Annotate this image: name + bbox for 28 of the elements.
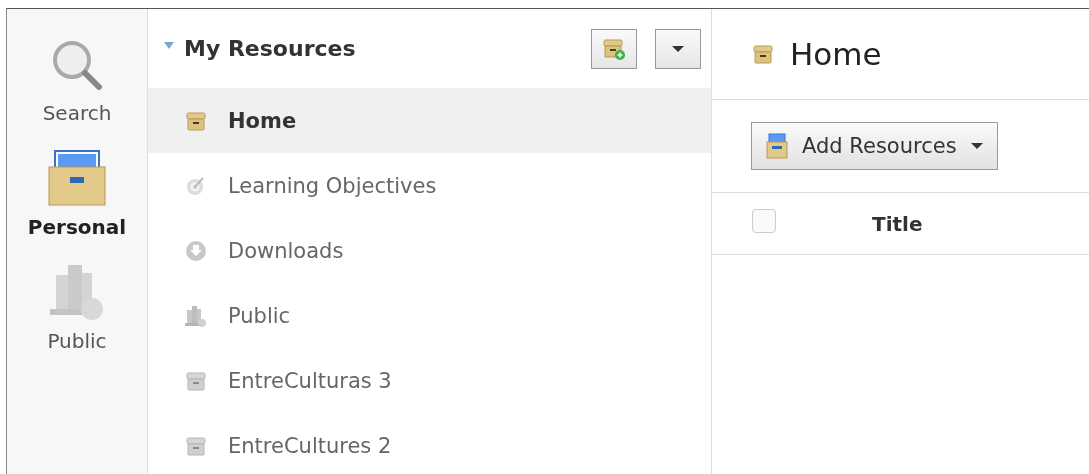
rail-item[interactable]: Personal [19, 143, 135, 243]
new-folder-button[interactable] [591, 28, 637, 69]
page-title: Home [790, 36, 882, 72]
collapse-triangle-icon[interactable] [164, 42, 174, 49]
tree-item[interactable]: EntreCultures 2 [148, 413, 711, 474]
archive-box-icon [185, 109, 207, 132]
download-icon [185, 239, 207, 262]
file-drawer-icon [766, 133, 788, 159]
select-all-checkbox[interactable] [752, 208, 776, 233]
tree-item[interactable]: Public [148, 283, 711, 348]
tree-title: My Resources [184, 36, 357, 61]
books-icon [184, 303, 208, 328]
add-resources-button[interactable]: Add Resources [751, 122, 998, 170]
rail-item[interactable]: Search [34, 31, 120, 129]
add-box-icon [602, 36, 626, 61]
archive-box-icon [752, 43, 774, 65]
column-header[interactable]: Title [872, 211, 923, 236]
file-drawer-icon [46, 147, 108, 209]
tree-item[interactable]: EntreCulturas 3 [148, 348, 711, 413]
tree-item[interactable]: Home [148, 88, 711, 153]
caret-icon [970, 143, 983, 149]
caret-icon [672, 45, 684, 52]
archive-box-icon [185, 434, 207, 457]
tree-item[interactable]: Downloads [148, 218, 711, 283]
tree-item[interactable]: Learning Objectives [148, 153, 711, 218]
archive-box-icon [185, 369, 207, 392]
rail-item[interactable]: Public [38, 257, 116, 357]
dropdown-button[interactable] [655, 28, 701, 69]
